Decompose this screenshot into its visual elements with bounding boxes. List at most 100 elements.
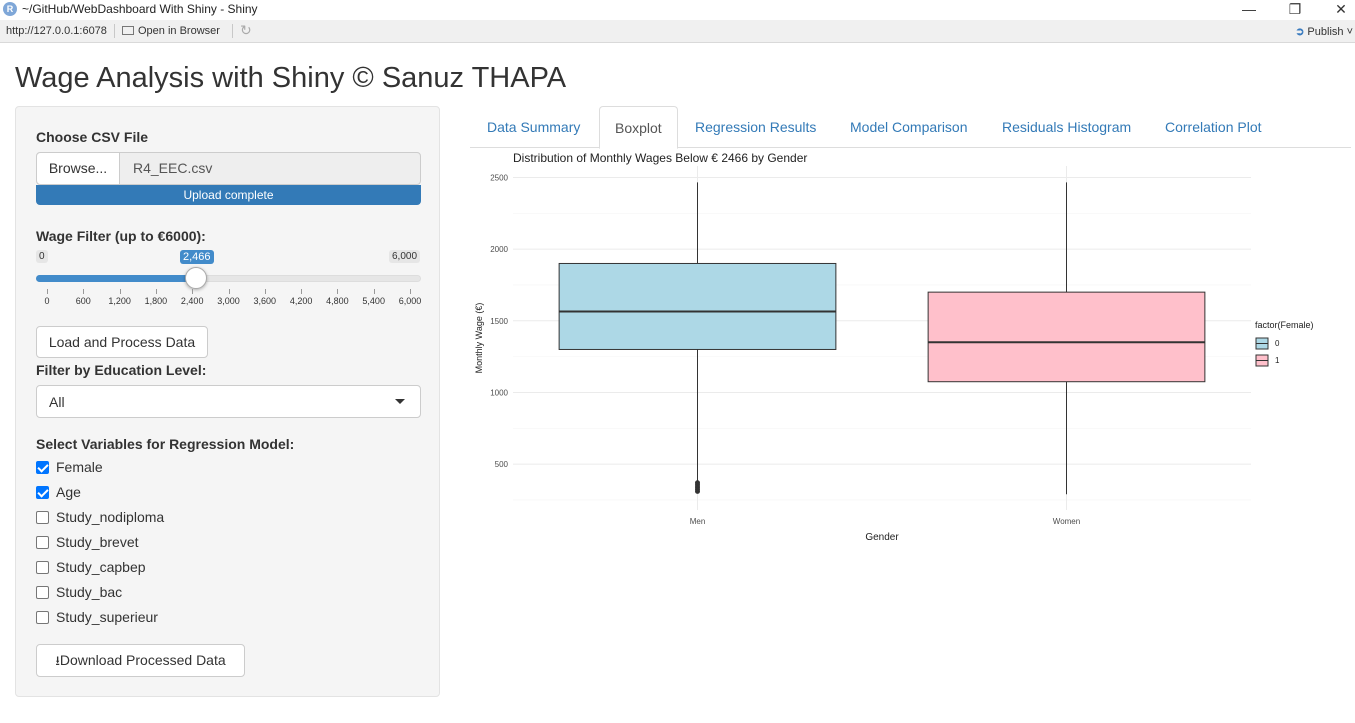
tab-residuals-histogram[interactable]: Residuals Histogram bbox=[987, 106, 1146, 148]
download-button[interactable]: ⭳Download Processed Data bbox=[36, 644, 245, 677]
viewer-toolbar: http://127.0.0.1:6078 Open in Browser ↻ … bbox=[0, 20, 1355, 43]
x-tick-label: Women bbox=[1053, 517, 1080, 526]
tab-boxplot[interactable]: Boxplot bbox=[599, 106, 678, 149]
publish-icon: ➲ bbox=[1295, 26, 1305, 38]
wage-slider-fill bbox=[36, 275, 196, 282]
boxplot-svg: 500 1000 1500 2000 2500 Men Women Distribution … bbox=[474, 151, 1314, 543]
slider-tick-label: 5,400 bbox=[362, 296, 385, 306]
education-selected-value: All bbox=[49, 394, 65, 410]
slider-tick-label: 600 bbox=[75, 296, 91, 306]
variable-checkbox[interactable] bbox=[36, 461, 49, 474]
variable-checkbox[interactable] bbox=[36, 586, 49, 599]
variable-checkbox[interactable] bbox=[36, 611, 49, 624]
slider-tick bbox=[119, 289, 121, 294]
main-tabs: Data Summary Boxplot Regression Results … bbox=[470, 106, 1351, 149]
box-men bbox=[558, 262, 837, 350]
open-in-browser-label: Open in Browser bbox=[138, 25, 220, 37]
slider-tick-label: 1,800 bbox=[144, 296, 168, 306]
variable-checkbox-label: Female bbox=[56, 459, 103, 475]
variable-checkbox[interactable] bbox=[36, 511, 49, 524]
wage-slider-handle[interactable] bbox=[185, 267, 207, 289]
tab-model-comparison[interactable]: Model Comparison bbox=[835, 106, 983, 148]
variable-checkbox-label: Study_superieur bbox=[56, 609, 158, 625]
slider-tick bbox=[410, 289, 411, 294]
y-tick-label: 2500 bbox=[490, 173, 508, 182]
education-select[interactable]: All bbox=[36, 385, 421, 418]
slider-max-label: 6,000 bbox=[389, 250, 421, 263]
slider-tick bbox=[264, 289, 266, 294]
slider-tick bbox=[301, 289, 303, 294]
close-button[interactable]: ✕ bbox=[1318, 0, 1355, 20]
publish-label: Publish bbox=[1307, 26, 1344, 38]
chevron-down-icon: ˅ bbox=[1346, 26, 1353, 38]
legend-entry-label: 1 bbox=[1275, 356, 1280, 365]
variable-checkbox-label: Study_nodiploma bbox=[56, 509, 165, 525]
legend-title: factor(Female) bbox=[1255, 320, 1314, 330]
browse-button[interactable]: Browse... bbox=[37, 153, 120, 184]
publish-button[interactable]: ➲ Publish ˅ bbox=[1295, 25, 1353, 38]
variable-checkbox-label: Study_bac bbox=[56, 584, 123, 600]
box-women bbox=[927, 291, 1206, 383]
upload-progress-bar: Upload complete bbox=[36, 185, 421, 205]
x-axis-label: Gender bbox=[865, 532, 899, 543]
wage-filter-label: Wage Filter (up to €6000): bbox=[36, 228, 206, 244]
slider-tick-label: 4,200 bbox=[289, 296, 313, 306]
tab-data-summary[interactable]: Data Summary bbox=[472, 106, 595, 148]
slider-tick bbox=[192, 289, 194, 294]
load-process-button[interactable]: Load and Process Data bbox=[36, 326, 208, 358]
variable-checkbox[interactable] bbox=[36, 536, 49, 549]
toolbar-divider bbox=[232, 24, 233, 38]
x-tick-label: Men bbox=[690, 517, 706, 526]
slider-ticks: 0 600 1,200 1,800 2,400 3,000 3,600 4,200 4,800 5… bbox=[16, 289, 441, 309]
slider-tick-label: 2,400 bbox=[180, 296, 204, 306]
y-tick-label: 2000 bbox=[490, 245, 508, 254]
toolbar-divider bbox=[114, 24, 115, 38]
y-tick-label: 1500 bbox=[490, 317, 508, 326]
slider-tick-label: 1,200 bbox=[108, 296, 131, 306]
y-tick-label: 1000 bbox=[490, 388, 508, 397]
slider-tick-label: 4,800 bbox=[326, 296, 349, 306]
caret-down-icon bbox=[395, 399, 405, 404]
window-title: ~/GitHub/WebDashboard With Shiny - Shiny bbox=[22, 2, 258, 16]
browser-window-icon bbox=[122, 26, 134, 35]
minimize-button[interactable]: — bbox=[1226, 0, 1272, 20]
csv-file-input[interactable]: Browse... R4_EEC.csv bbox=[36, 152, 421, 185]
slider-value-label: 2,466 bbox=[180, 250, 214, 264]
slider-tick-label: 3,600 bbox=[253, 296, 277, 306]
variable-checkbox[interactable] bbox=[36, 486, 49, 499]
file-name-display: R4_EEC.csv bbox=[133, 160, 213, 176]
r-app-icon: R bbox=[3, 2, 17, 16]
file-input-label: Choose CSV File bbox=[36, 129, 149, 145]
chart-title: Distribution of Monthly Wages Below € 24… bbox=[513, 151, 807, 165]
page-title: Wage Analysis with Shiny © Sanuz THAPA bbox=[15, 62, 567, 94]
tab-regression-results[interactable]: Regression Results bbox=[680, 106, 831, 148]
y-tick-label: 500 bbox=[495, 460, 509, 469]
slider-tick bbox=[337, 289, 339, 294]
refresh-icon[interactable]: ↻ bbox=[240, 22, 252, 39]
variable-checkbox-label: Study_capbep bbox=[56, 559, 146, 575]
slider-tick bbox=[373, 289, 375, 294]
education-filter-label: Filter by Education Level: bbox=[36, 362, 207, 378]
tab-correlation-plot[interactable]: Correlation Plot bbox=[1150, 106, 1277, 148]
slider-tick-label: 6,000 bbox=[398, 296, 422, 306]
url-text[interactable]: http://127.0.0.1:6078 bbox=[6, 25, 107, 37]
maximize-button[interactable]: ❐ bbox=[1272, 0, 1318, 20]
slider-tick bbox=[228, 289, 230, 294]
slider-tick bbox=[47, 289, 48, 294]
outlier-point bbox=[695, 480, 700, 486]
regression-vars-label: Select Variables for Regression Model: bbox=[36, 436, 295, 452]
slider-min-label: 0 bbox=[36, 250, 48, 263]
open-in-browser-button[interactable]: Open in Browser bbox=[122, 25, 220, 37]
boxplot-chart: 500 1000 1500 2000 2500 Men Women Distribution … bbox=[470, 148, 1351, 548]
slider-tick bbox=[83, 289, 85, 294]
y-axis-label: Monthly Wage (€) bbox=[474, 303, 484, 374]
legend-entry-label: 0 bbox=[1275, 339, 1280, 348]
slider-tick-label: 0 bbox=[44, 296, 50, 306]
variable-checkbox-label: Study_brevet bbox=[56, 534, 139, 550]
download-button-label: Download Processed Data bbox=[59, 652, 226, 668]
sidebar-panel: Choose CSV File Browse... R4_EEC.csv Upl… bbox=[15, 106, 440, 697]
variable-checkbox-label: Age bbox=[56, 484, 81, 500]
slider-tick bbox=[155, 289, 157, 294]
slider-tick-label: 3,000 bbox=[217, 296, 240, 306]
variable-checkbox[interactable] bbox=[36, 561, 49, 574]
